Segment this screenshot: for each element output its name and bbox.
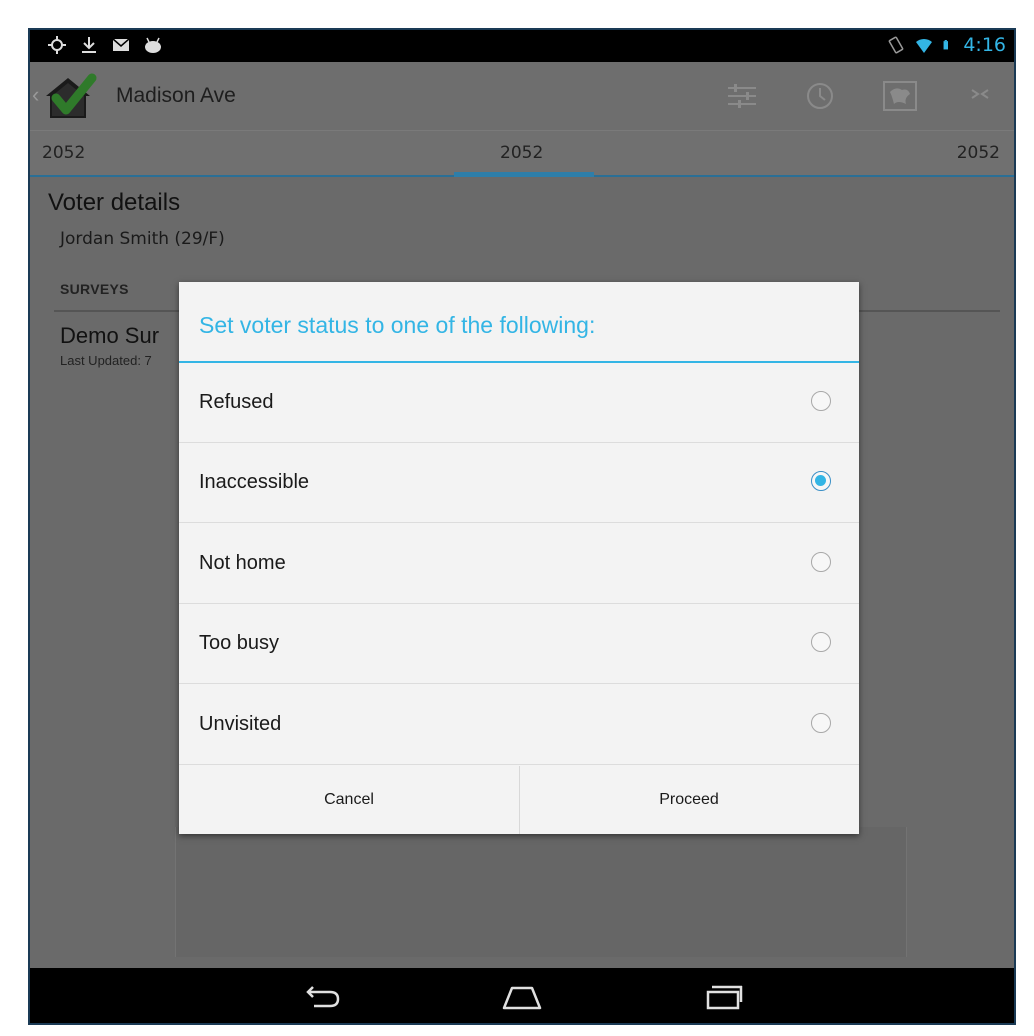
recents-icon[interactable] (702, 982, 746, 1012)
gmail-icon (112, 38, 130, 51)
tab-prev[interactable]: 2052 (42, 143, 85, 163)
dialog-button-row: Cancel Proceed (179, 766, 859, 834)
radio-button-selected[interactable] (811, 471, 831, 491)
back-icon[interactable] (300, 982, 344, 1012)
action-bar: ‹ Madison Ave (30, 62, 1014, 131)
tab-current[interactable]: 2052 (500, 143, 543, 163)
up-chevron-icon[interactable]: ‹ (32, 82, 39, 108)
tab-strip: 2052 2052 2052 (30, 131, 1014, 177)
option-unvisited[interactable]: Unvisited (179, 685, 859, 765)
survey-last-updated: Last Updated: 7 (60, 353, 152, 368)
wifi-icon (916, 38, 933, 53)
option-label: Not home (199, 552, 286, 574)
voter-name: Jordan Smith (29/F) (60, 229, 225, 249)
voter-status-dialog: Set voter status to one of the following… (179, 282, 859, 834)
proceed-button[interactable]: Proceed (519, 766, 859, 834)
tab-next[interactable]: 2052 (957, 143, 1000, 163)
option-label: Inaccessible (199, 471, 310, 493)
rotate-icon (888, 36, 904, 54)
cancel-button[interactable]: Cancel (179, 766, 520, 834)
collapse-icon[interactable] (962, 78, 998, 114)
location-icon (48, 36, 66, 54)
option-label: Unvisited (199, 713, 282, 735)
page-title: Madison Ave (116, 84, 236, 107)
voter-details-heading: Voter details (48, 189, 181, 216)
option-not-home[interactable]: Not home (179, 524, 859, 604)
status-time: 4:16 (963, 34, 1006, 56)
radio-button[interactable] (811, 632, 831, 652)
dialog-title: Set voter status to one of the following… (199, 312, 596, 338)
option-inaccessible[interactable]: Inaccessible (179, 443, 859, 523)
device-frame: 4:16 ‹ Madison Ave 2052 2052 2052 Voter … (28, 28, 1016, 1025)
option-label: Too busy (199, 632, 280, 654)
android-icon (145, 37, 161, 53)
app-logo-icon[interactable] (42, 70, 100, 122)
radio-button[interactable] (811, 552, 831, 572)
surveys-header: SURVEYS (60, 281, 129, 297)
app-screen: ‹ Madison Ave 2052 2052 2052 Voter detai… (30, 62, 1014, 968)
option-refused[interactable]: Refused (179, 363, 859, 443)
download-icon (82, 37, 96, 53)
navigation-bar (30, 968, 1014, 1023)
option-label: Refused (199, 391, 274, 413)
status-bar: 4:16 (30, 30, 1014, 62)
battery-icon (943, 40, 949, 50)
sliders-icon[interactable] (724, 78, 760, 114)
map-icon[interactable] (882, 78, 918, 114)
option-too-busy[interactable]: Too busy (179, 604, 859, 684)
survey-name[interactable]: Demo Sur (60, 323, 159, 349)
background-panel (175, 827, 907, 957)
home-icon[interactable] (500, 982, 544, 1012)
clock-icon[interactable] (802, 78, 838, 114)
radio-button[interactable] (811, 391, 831, 411)
radio-button[interactable] (811, 713, 831, 733)
